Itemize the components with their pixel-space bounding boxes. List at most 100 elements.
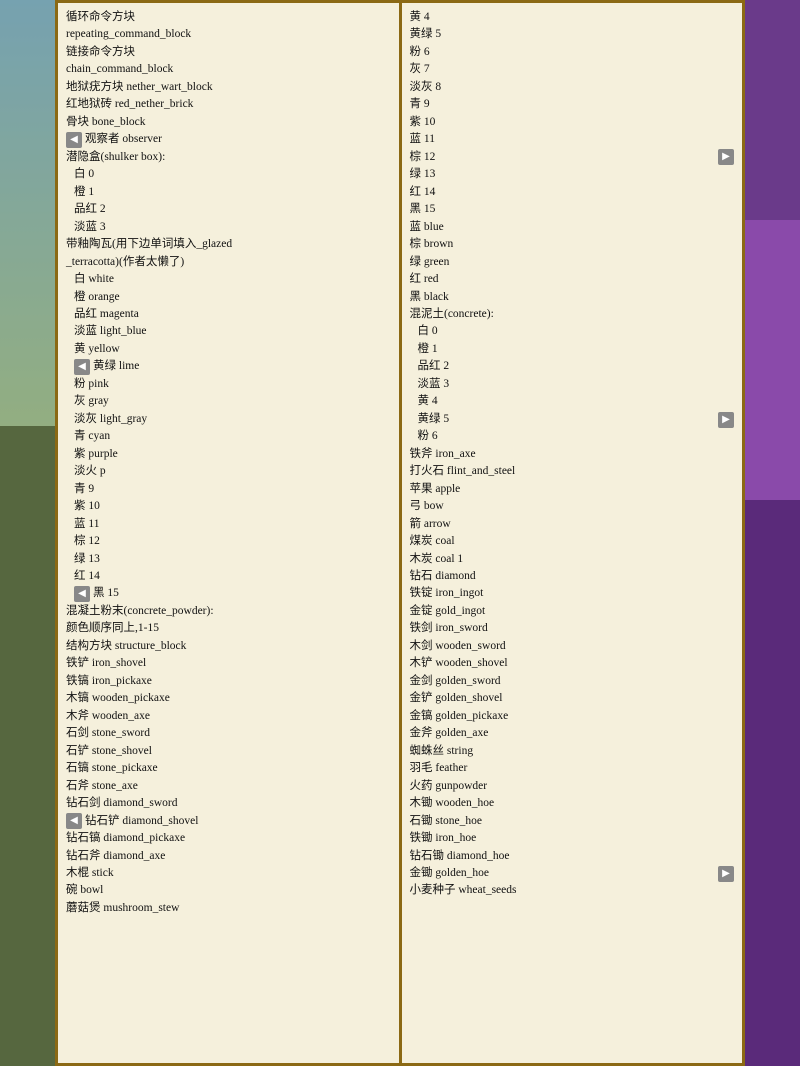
r-entry-c0: 白 0: [410, 323, 735, 340]
entry-wooden-axe: 木斧 wooden_axe: [66, 708, 391, 725]
entry-magenta: 品红 magenta: [66, 306, 391, 323]
r-entry-iron-hoe: 铁锄 iron_hoe: [410, 830, 735, 847]
entry-glazed-1: 带釉陶瓦(用下边单词填入_glazed: [66, 236, 391, 253]
right-page: 黄 4 黄绿 5 粉 6 灰 7 淡灰 8 青 9 紫 10 蓝 11 棕 12…: [402, 0, 746, 1066]
r-entry-charcoal: 木炭 coal 1: [410, 551, 735, 568]
entry-diamond-shovel: ◀ 钻石铲 diamond_shovel: [66, 813, 391, 830]
r-entry-golden-hoe-text: 金锄 golden_hoe: [410, 865, 490, 882]
r-entry-iron-axe: 铁斧 iron_axe: [410, 446, 735, 463]
book-wrapper: 循环命令方块 repeating_command_block 链接命令方块 ch…: [55, 0, 745, 1066]
left-arrow-15[interactable]: ◀: [74, 586, 90, 602]
r-entry-wooden-hoe: 木锄 wooden_hoe: [410, 795, 735, 812]
r-entry-diamond-hoe: 钻石锄 diamond_hoe: [410, 848, 735, 865]
r-entry-c3: 淡蓝 3: [410, 376, 735, 393]
entry-repeating-cmd-en: repeating_command_block: [66, 26, 391, 43]
r-entry-c5-text: 黄绿 5: [418, 411, 450, 428]
r-entry-feather: 羽毛 feather: [410, 760, 735, 777]
entry-shulker-3: 淡蓝 3: [66, 219, 391, 236]
r-entry-golden-hoe: 金锄 golden_hoe ▶: [410, 865, 735, 882]
left-page: 循环命令方块 repeating_command_block 链接命令方块 ch…: [55, 0, 399, 1066]
r-entry-12: 棕 12 ▶: [410, 149, 735, 166]
r-entry-coal: 煤炭 coal: [410, 533, 735, 550]
r-entry-stone-hoe: 石锄 stone_hoe: [410, 813, 735, 830]
entry-11: 蓝 11: [66, 516, 391, 533]
entry-repeating-cmd: 循环命令方块: [66, 9, 391, 26]
r-entry-4: 黄 4: [410, 9, 735, 26]
r-entry-9: 青 9: [410, 96, 735, 113]
entry-stone-axe: 石斧 stone_axe: [66, 778, 391, 795]
entry-lime-text: 黄绿 lime: [93, 358, 139, 375]
entry-nether-wart: 地狱疣方块 nether_wart_block: [66, 79, 391, 96]
right-arrow-golden-hoe[interactable]: ▶: [718, 866, 734, 882]
entry-shulker-2: 品红 2: [66, 201, 391, 218]
r-entry-10: 紫 10: [410, 114, 735, 131]
entry-12: 棕 12: [66, 533, 391, 550]
r-entry-golden-shovel: 金铲 golden_shovel: [410, 690, 735, 707]
r-entry-8: 淡灰 8: [410, 79, 735, 96]
right-arrow-c5[interactable]: ▶: [718, 412, 734, 428]
entry-chain-cmd: 链接命令方块: [66, 44, 391, 61]
r-entry-c6: 粉 6: [410, 428, 735, 445]
entry-shulker-1: 橙 1: [66, 184, 391, 201]
entry-observer: ◀ 观察者 observer: [66, 131, 391, 148]
r-entry-15: 黑 15: [410, 201, 735, 218]
r-entry-diamond: 钻石 diamond: [410, 568, 735, 585]
r-entry-arrow: 箭 arrow: [410, 516, 735, 533]
r-entry-blue: 蓝 blue: [410, 219, 735, 236]
entry-15-text: 黑 15: [93, 585, 119, 602]
entry-shulker-0: 白 0: [66, 166, 391, 183]
r-entry-golden-axe: 金斧 golden_axe: [410, 725, 735, 742]
entry-pink: 粉 pink: [66, 376, 391, 393]
right-page-content: 黄 4 黄绿 5 粉 6 灰 7 淡灰 8 青 9 紫 10 蓝 11 棕 12…: [410, 9, 735, 900]
entry-15-arrow: ◀ 黑 15: [66, 585, 391, 602]
r-entry-7: 灰 7: [410, 61, 735, 78]
r-entry-gold-ingot: 金锭 gold_ingot: [410, 603, 735, 620]
left-page-content: 循环命令方块 repeating_command_block 链接命令方块 ch…: [66, 9, 391, 917]
entry-bowl: 碗 bowl: [66, 882, 391, 899]
r-entry-14: 红 14: [410, 184, 735, 201]
entry-diamond-axe: 钻石斧 diamond_axe: [66, 848, 391, 865]
entry-cyan: 青 cyan: [66, 428, 391, 445]
r-entry-wheat-seeds: 小麦种子 wheat_seeds: [410, 882, 735, 899]
r-entry-11: 蓝 11: [410, 131, 735, 148]
entry-13: 绿 13: [66, 551, 391, 568]
left-arrow-lime[interactable]: ◀: [74, 359, 90, 375]
r-entry-c4: 黄 4: [410, 393, 735, 410]
entry-chain-cmd-en: chain_command_block: [66, 61, 391, 78]
entry-color-order: 颜色顺序同上,1-15: [66, 620, 391, 637]
entry-purple: 紫 purple: [66, 446, 391, 463]
entry-gray: 灰 gray: [66, 393, 391, 410]
entry-diamond-shovel-text: 钻石铲 diamond_shovel: [85, 813, 198, 830]
r-entry-string: 蜘蛛丝 string: [410, 743, 735, 760]
r-entry-black: 黑 black: [410, 289, 735, 306]
r-entry-wooden-shovel: 木铲 wooden_shovel: [410, 655, 735, 672]
entry-observer-text: 观察者 observer: [85, 131, 162, 148]
entry-orange: 橙 orange: [66, 289, 391, 306]
entry-iron-pickaxe: 铁镐 iron_pickaxe: [66, 673, 391, 690]
entry-stick: 木棍 stick: [66, 865, 391, 882]
r-entry-golden-sword: 金剑 golden_sword: [410, 673, 735, 690]
entry-fire: 淡火 p: [66, 463, 391, 480]
entry-9: 青 9: [66, 481, 391, 498]
r-entry-5: 黄绿 5: [410, 26, 735, 43]
entry-red-nether: 红地狱砖 red_nether_brick: [66, 96, 391, 113]
entry-structure-block: 结构方块 structure_block: [66, 638, 391, 655]
left-arrow-diamond-shovel[interactable]: ◀: [66, 813, 82, 829]
right-arrow-12[interactable]: ▶: [718, 149, 734, 165]
r-entry-13: 绿 13: [410, 166, 735, 183]
r-entry-c2: 品红 2: [410, 358, 735, 375]
entry-10: 紫 10: [66, 498, 391, 515]
r-entry-iron-ingot: 铁锭 iron_ingot: [410, 585, 735, 602]
r-entry-bow: 弓 bow: [410, 498, 735, 515]
entry-iron-shovel: 铁铲 iron_shovel: [66, 655, 391, 672]
left-arrow-observer[interactable]: ◀: [66, 132, 82, 148]
entry-14: 红 14: [66, 568, 391, 585]
entry-stone-pickaxe: 石镐 stone_pickaxe: [66, 760, 391, 777]
entry-white: 白 white: [66, 271, 391, 288]
r-entry-apple: 苹果 apple: [410, 481, 735, 498]
entry-diamond-pickaxe: 钻石镐 diamond_pickaxe: [66, 830, 391, 847]
entry-mushroom-stew: 蘑菇煲 mushroom_stew: [66, 900, 391, 917]
entry-yellow: 黄 yellow: [66, 341, 391, 358]
entry-wooden-pickaxe: 木镐 wooden_pickaxe: [66, 690, 391, 707]
entry-lime: ◀ 黄绿 lime: [66, 358, 391, 375]
